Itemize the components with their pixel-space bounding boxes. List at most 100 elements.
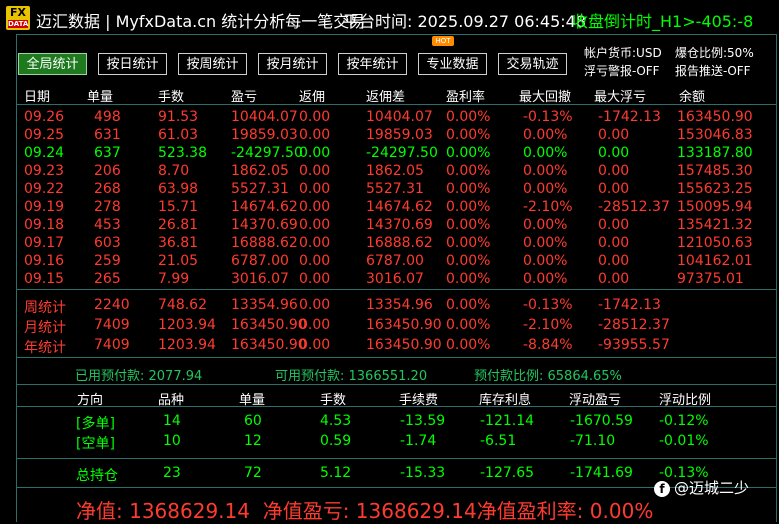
tab-trade-track[interactable]: 交易轨迹 [498, 53, 567, 75]
daily-row-cell: 0.00% [523, 271, 568, 287]
daily-row-cell: 0.00% [523, 145, 568, 161]
positions-top-divider [16, 384, 776, 385]
col-header-pnl: 盈亏 [231, 90, 258, 105]
equity-profit: 净值盈亏: 1368629.14 [262, 499, 477, 523]
position-cell: 10 [163, 433, 181, 449]
daily-row-cell: 0.00 [299, 253, 331, 269]
daily-row-cell: 26.81 [158, 217, 199, 233]
frame-top-divider [16, 34, 776, 35]
tab-yearly-stats[interactable]: 按年统计 [338, 53, 407, 75]
account-currency: 帐户货币:USD [584, 46, 662, 60]
daily-row-cell: 259 [94, 253, 121, 269]
daily-row-cell: 0.00 [598, 145, 630, 161]
daily-row-cell: 0.00% [446, 199, 491, 215]
position-total-cell: -127.65 [480, 465, 535, 481]
myfxdata-logo-icon: FX DATA [6, 6, 30, 30]
daily-row-cell: 155623.25 [677, 181, 753, 197]
close-countdown: 收盘倒计时_H1>-405:-8 [572, 12, 754, 31]
tab-pro-data[interactable]: 专业数据 [418, 53, 487, 75]
floating-loss-alert[interactable]: 浮亏警报-OFF [584, 62, 660, 79]
daily-row-cell: 09.23 [24, 163, 65, 179]
tab-global-stats[interactable]: 全局统计 [18, 53, 87, 75]
daily-row-cell: 1862.05 [366, 163, 424, 179]
daily-row-cell: 1862.05 [231, 163, 289, 179]
frame-left-border [16, 34, 17, 522]
totals-row-cell: -0.13% [523, 297, 573, 313]
daily-row-cell: 0.00% [523, 127, 568, 143]
daily-row-cell: 0.00 [598, 271, 630, 287]
daily-row-cell: 09.16 [24, 253, 65, 269]
position-total-cell: 总持仓 [76, 468, 118, 484]
daily-row-cell: 0.00% [446, 145, 491, 161]
totals-row-cell: 0.00 [299, 317, 331, 333]
col-header-date: 日期 [24, 90, 51, 105]
positions-total-divider [16, 458, 776, 459]
daily-row-cell: 0.00% [523, 181, 568, 197]
position-cell: -121.14 [480, 413, 535, 429]
daily-row-cell: -24297.50 [231, 145, 303, 161]
daily-row-cell: 265 [94, 271, 121, 287]
daily-row-cell: 6787.00 [231, 253, 289, 269]
daily-row-cell: 09.19 [24, 199, 65, 215]
report-push[interactable]: 报告推送-OFF [675, 62, 751, 79]
daily-row-cell: 603 [94, 235, 121, 251]
daily-row-cell: 0.00% [446, 217, 491, 233]
daily-row-cell: 0.00 [299, 127, 331, 143]
totals-row-cell: 748.62 [158, 297, 207, 313]
daily-row-cell: 163450.90 [677, 109, 753, 125]
position-cell: -1670.59 [570, 413, 633, 429]
daily-row-cell: 637 [94, 145, 121, 161]
daily-row-cell: 0.00% [446, 271, 491, 287]
totals-row-cell: -93955.57 [598, 337, 670, 353]
totals-row-cell: 0.00% [446, 317, 491, 333]
daily-row-cell: 498 [94, 109, 121, 125]
margin-divider [16, 357, 776, 358]
tab-daily-stats[interactable]: 按日统计 [98, 53, 167, 75]
daily-row-cell: 5527.31 [231, 181, 289, 197]
daily-row-cell: -1742.13 [598, 109, 661, 125]
position-total-cell: -15.33 [400, 465, 446, 481]
col-header-profit-rate: 盈利率 [446, 90, 486, 105]
daily-row-cell: 16888.62 [231, 235, 298, 251]
daily-row-cell: 631 [94, 127, 121, 143]
daily-row-cell: 0.00 [299, 199, 331, 215]
position-total-cell: 23 [163, 465, 181, 481]
totals-row-cell: 2240 [94, 297, 130, 313]
daily-row-cell: 7.99 [158, 271, 190, 287]
daily-row-cell: 91.53 [158, 109, 199, 125]
daily-row-cell: 10404.07 [366, 109, 433, 125]
position-cell: -1.74 [400, 433, 437, 449]
position-cell: [空单] [76, 436, 115, 452]
position-total-cell: -1741.69 [570, 465, 633, 481]
daily-row-cell: 19859.03 [366, 127, 433, 143]
totals-row-cell: 163450.90 [231, 317, 307, 333]
daily-row-cell: 3016.07 [231, 271, 289, 287]
daily-row-cell: 19859.03 [231, 127, 298, 143]
position-cell: [多单] [76, 416, 115, 432]
watermark-text: @迈城二少 [674, 479, 750, 497]
position-cell: 12 [244, 433, 262, 449]
daily-row-cell: 278 [94, 199, 121, 215]
totals-row-cell: 0.00% [446, 297, 491, 313]
daily-row-cell: 3016.07 [366, 271, 424, 287]
tab-weekly-stats[interactable]: 按周统计 [178, 53, 247, 75]
watermark: f @迈城二少 [654, 477, 749, 498]
position-cell: -0.01% [659, 433, 709, 449]
daily-row-cell: 14370.69 [231, 217, 298, 233]
totals-row-cell: 163450.90 [366, 337, 442, 353]
daily-row-cell: 09.25 [24, 127, 65, 143]
col-header-rebate: 返佣 [299, 90, 326, 105]
daily-row-cell: -0.13% [523, 109, 573, 125]
daily-row-cell: 268 [94, 181, 121, 197]
daily-row-cell: 14674.62 [366, 199, 433, 215]
daily-row-cell: 10404.07 [231, 109, 298, 125]
daily-row-cell: 0.00% [523, 217, 568, 233]
tab-monthly-stats[interactable]: 按月统计 [258, 53, 327, 75]
daily-row-cell: 121050.63 [677, 235, 753, 251]
daily-row-cell: 153046.83 [677, 127, 753, 143]
daily-row-cell: 0.00% [446, 127, 491, 143]
daily-row-cell: 206 [94, 163, 121, 179]
table-totals-divider [16, 289, 776, 290]
used-margin: 已用预付款: 2077.94 [75, 369, 203, 384]
margin-level: 预付款比例: 65864.65% [474, 369, 622, 384]
